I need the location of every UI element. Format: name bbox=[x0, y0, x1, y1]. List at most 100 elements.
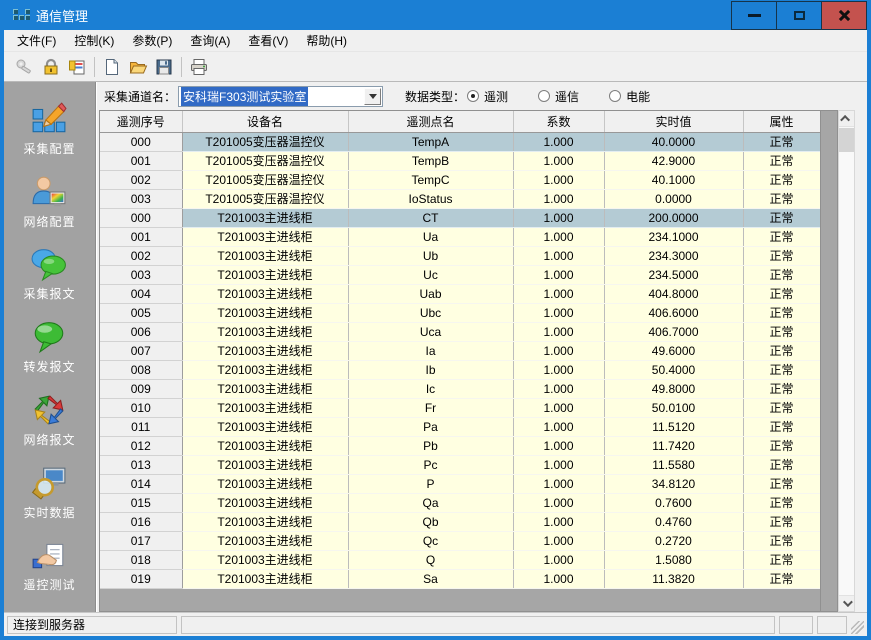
menu-item-5[interactable]: 查看(V) bbox=[239, 29, 297, 52]
radio-telemetry[interactable]: 遥测 bbox=[467, 88, 508, 105]
key-icon[interactable] bbox=[12, 55, 38, 79]
table-row[interactable]: 012T201003主进线柜Pb1.00011.7420正常 bbox=[100, 436, 820, 455]
cell-point: Uc bbox=[348, 265, 513, 284]
table-row[interactable]: 009T201003主进线柜Ic1.00049.8000正常 bbox=[100, 379, 820, 398]
table-row[interactable]: 017T201003主进线柜Qc1.0000.2720正常 bbox=[100, 531, 820, 550]
cell-index: 003 bbox=[100, 189, 182, 208]
sidebar-item-forward-message[interactable]: 转发报文 bbox=[23, 319, 75, 375]
cell-point: TempA bbox=[348, 132, 513, 151]
cell-value: 11.7420 bbox=[604, 436, 743, 455]
channel-config-icon[interactable] bbox=[64, 55, 90, 79]
sidebar-item-capture-config[interactable]: 采集配置 bbox=[23, 101, 75, 157]
new-file-icon[interactable] bbox=[99, 55, 125, 79]
menu-item-6[interactable]: 帮助(H) bbox=[297, 29, 356, 52]
cell-coef: 1.000 bbox=[513, 151, 604, 170]
titlebar: 通信管理 bbox=[4, 0, 867, 30]
table-row[interactable]: 003T201005变压器温控仪IoStatus1.0000.0000正常 bbox=[100, 189, 820, 208]
table-row[interactable]: 007T201003主进线柜Ia1.00049.6000正常 bbox=[100, 341, 820, 360]
cell-point: Fr bbox=[348, 398, 513, 417]
cell-index: 013 bbox=[100, 455, 182, 474]
cell-index: 014 bbox=[100, 474, 182, 493]
radio-energy[interactable]: 电能 bbox=[609, 88, 650, 105]
table-row[interactable]: 008T201003主进线柜Ib1.00050.4000正常 bbox=[100, 360, 820, 379]
sidebar-item-label: 转发报文 bbox=[23, 358, 75, 375]
cell-coef: 1.000 bbox=[513, 170, 604, 189]
table-row[interactable]: 001T201005变压器温控仪TempB1.00042.9000正常 bbox=[100, 151, 820, 170]
column-header: 实时值 bbox=[604, 111, 743, 132]
menu-item-4[interactable]: 查询(A) bbox=[181, 29, 239, 52]
menu-item-2[interactable]: 控制(K) bbox=[65, 29, 123, 52]
menu-item-3[interactable]: 参数(P) bbox=[123, 29, 181, 52]
table-row[interactable]: 015T201003主进线柜Qa1.0000.7600正常 bbox=[100, 493, 820, 512]
cell-coef: 1.000 bbox=[513, 189, 604, 208]
print-icon[interactable] bbox=[186, 55, 212, 79]
network-config-icon bbox=[31, 174, 67, 210]
app-icon bbox=[13, 9, 29, 22]
scrollbar-thumb[interactable] bbox=[839, 128, 854, 152]
cell-attr: 正常 bbox=[743, 189, 820, 208]
window-controls bbox=[732, 1, 867, 30]
cell-attr: 正常 bbox=[743, 227, 820, 246]
status-text: 连接到服务器 bbox=[13, 616, 85, 633]
combobox-dropdown-button[interactable] bbox=[364, 88, 381, 105]
scroll-up-button[interactable] bbox=[839, 111, 854, 127]
table-row[interactable]: 018T201003主进线柜Q1.0001.5080正常 bbox=[100, 550, 820, 569]
cell-index: 011 bbox=[100, 417, 182, 436]
table-row[interactable]: 005T201003主进线柜Ubc1.000406.6000正常 bbox=[100, 303, 820, 322]
save-icon[interactable] bbox=[151, 55, 177, 79]
sidebar-item-realtime-data[interactable]: 实时数据 bbox=[23, 465, 75, 521]
cell-value: 234.5000 bbox=[604, 265, 743, 284]
column-header: 设备名 bbox=[182, 111, 348, 132]
close-button[interactable] bbox=[821, 1, 867, 30]
cell-index: 009 bbox=[100, 379, 182, 398]
table-row[interactable]: 000T201005变压器温控仪TempA1.00040.0000正常 bbox=[100, 132, 820, 151]
sidebar-item-capture-message[interactable]: 采集报文 bbox=[23, 246, 75, 302]
remote-test-icon bbox=[31, 537, 67, 573]
table-row[interactable]: 013T201003主进线柜Pc1.00011.5580正常 bbox=[100, 455, 820, 474]
minimize-button[interactable] bbox=[731, 1, 777, 30]
cell-index: 008 bbox=[100, 360, 182, 379]
table-row[interactable]: 016T201003主进线柜Qb1.0000.4760正常 bbox=[100, 512, 820, 531]
cell-point: Qc bbox=[348, 531, 513, 550]
table-row[interactable]: 006T201003主进线柜Uca1.000406.7000正常 bbox=[100, 322, 820, 341]
radio-signal[interactable]: 遥信 bbox=[538, 88, 579, 105]
table-row[interactable]: 004T201003主进线柜Uab1.000404.8000正常 bbox=[100, 284, 820, 303]
toolbar-separator bbox=[94, 57, 95, 77]
column-header: 遥测点名 bbox=[348, 111, 513, 132]
menu-item-1[interactable]: 文件(F) bbox=[8, 29, 65, 52]
table-row[interactable]: 002T201005变压器温控仪TempC1.00040.1000正常 bbox=[100, 170, 820, 189]
table-row[interactable]: 010T201003主进线柜Fr1.00050.0100正常 bbox=[100, 398, 820, 417]
table-row[interactable]: 019T201003主进线柜Sa1.00011.3820正常 bbox=[100, 569, 820, 588]
table-row[interactable]: 000T201003主进线柜CT1.000200.0000正常 bbox=[100, 208, 820, 227]
cell-point: TempB bbox=[348, 151, 513, 170]
maximize-button[interactable] bbox=[776, 1, 822, 30]
lock-icon[interactable] bbox=[38, 55, 64, 79]
vertical-scrollbar[interactable] bbox=[838, 110, 855, 612]
column-header: 遥测序号 bbox=[100, 111, 182, 132]
cell-attr: 正常 bbox=[743, 208, 820, 227]
sidebar-item-network-message[interactable]: 网络报文 bbox=[23, 392, 75, 448]
cell-coef: 1.000 bbox=[513, 474, 604, 493]
cell-attr: 正常 bbox=[743, 170, 820, 189]
capture-config-icon bbox=[31, 101, 67, 137]
cell-device: T201005变压器温控仪 bbox=[182, 170, 348, 189]
cell-coef: 1.000 bbox=[513, 227, 604, 246]
table-row[interactable]: 014T201003主进线柜P1.00034.8120正常 bbox=[100, 474, 820, 493]
cell-coef: 1.000 bbox=[513, 322, 604, 341]
sidebar-item-network-config[interactable]: 网络配置 bbox=[23, 174, 75, 230]
sidebar-item-remote-test[interactable]: 遥控测试 bbox=[23, 537, 75, 593]
table-row[interactable]: 002T201003主进线柜Ub1.000234.3000正常 bbox=[100, 246, 820, 265]
table-row[interactable]: 003T201003主进线柜Uc1.000234.5000正常 bbox=[100, 265, 820, 284]
table-row[interactable]: 011T201003主进线柜Pa1.00011.5120正常 bbox=[100, 417, 820, 436]
table-row[interactable]: 001T201003主进线柜Ua1.000234.1000正常 bbox=[100, 227, 820, 246]
scroll-down-button[interactable] bbox=[839, 595, 854, 611]
resize-grip[interactable] bbox=[851, 621, 864, 634]
channel-combobox[interactable]: 安科瑞F303测试实验室 bbox=[178, 86, 383, 107]
sidebar-item-label: 网络报文 bbox=[23, 431, 75, 448]
cell-attr: 正常 bbox=[743, 303, 820, 322]
cell-value: 50.0100 bbox=[604, 398, 743, 417]
cell-attr: 正常 bbox=[743, 341, 820, 360]
cell-index: 000 bbox=[100, 132, 182, 151]
cell-point: Pb bbox=[348, 436, 513, 455]
open-file-icon[interactable] bbox=[125, 55, 151, 79]
